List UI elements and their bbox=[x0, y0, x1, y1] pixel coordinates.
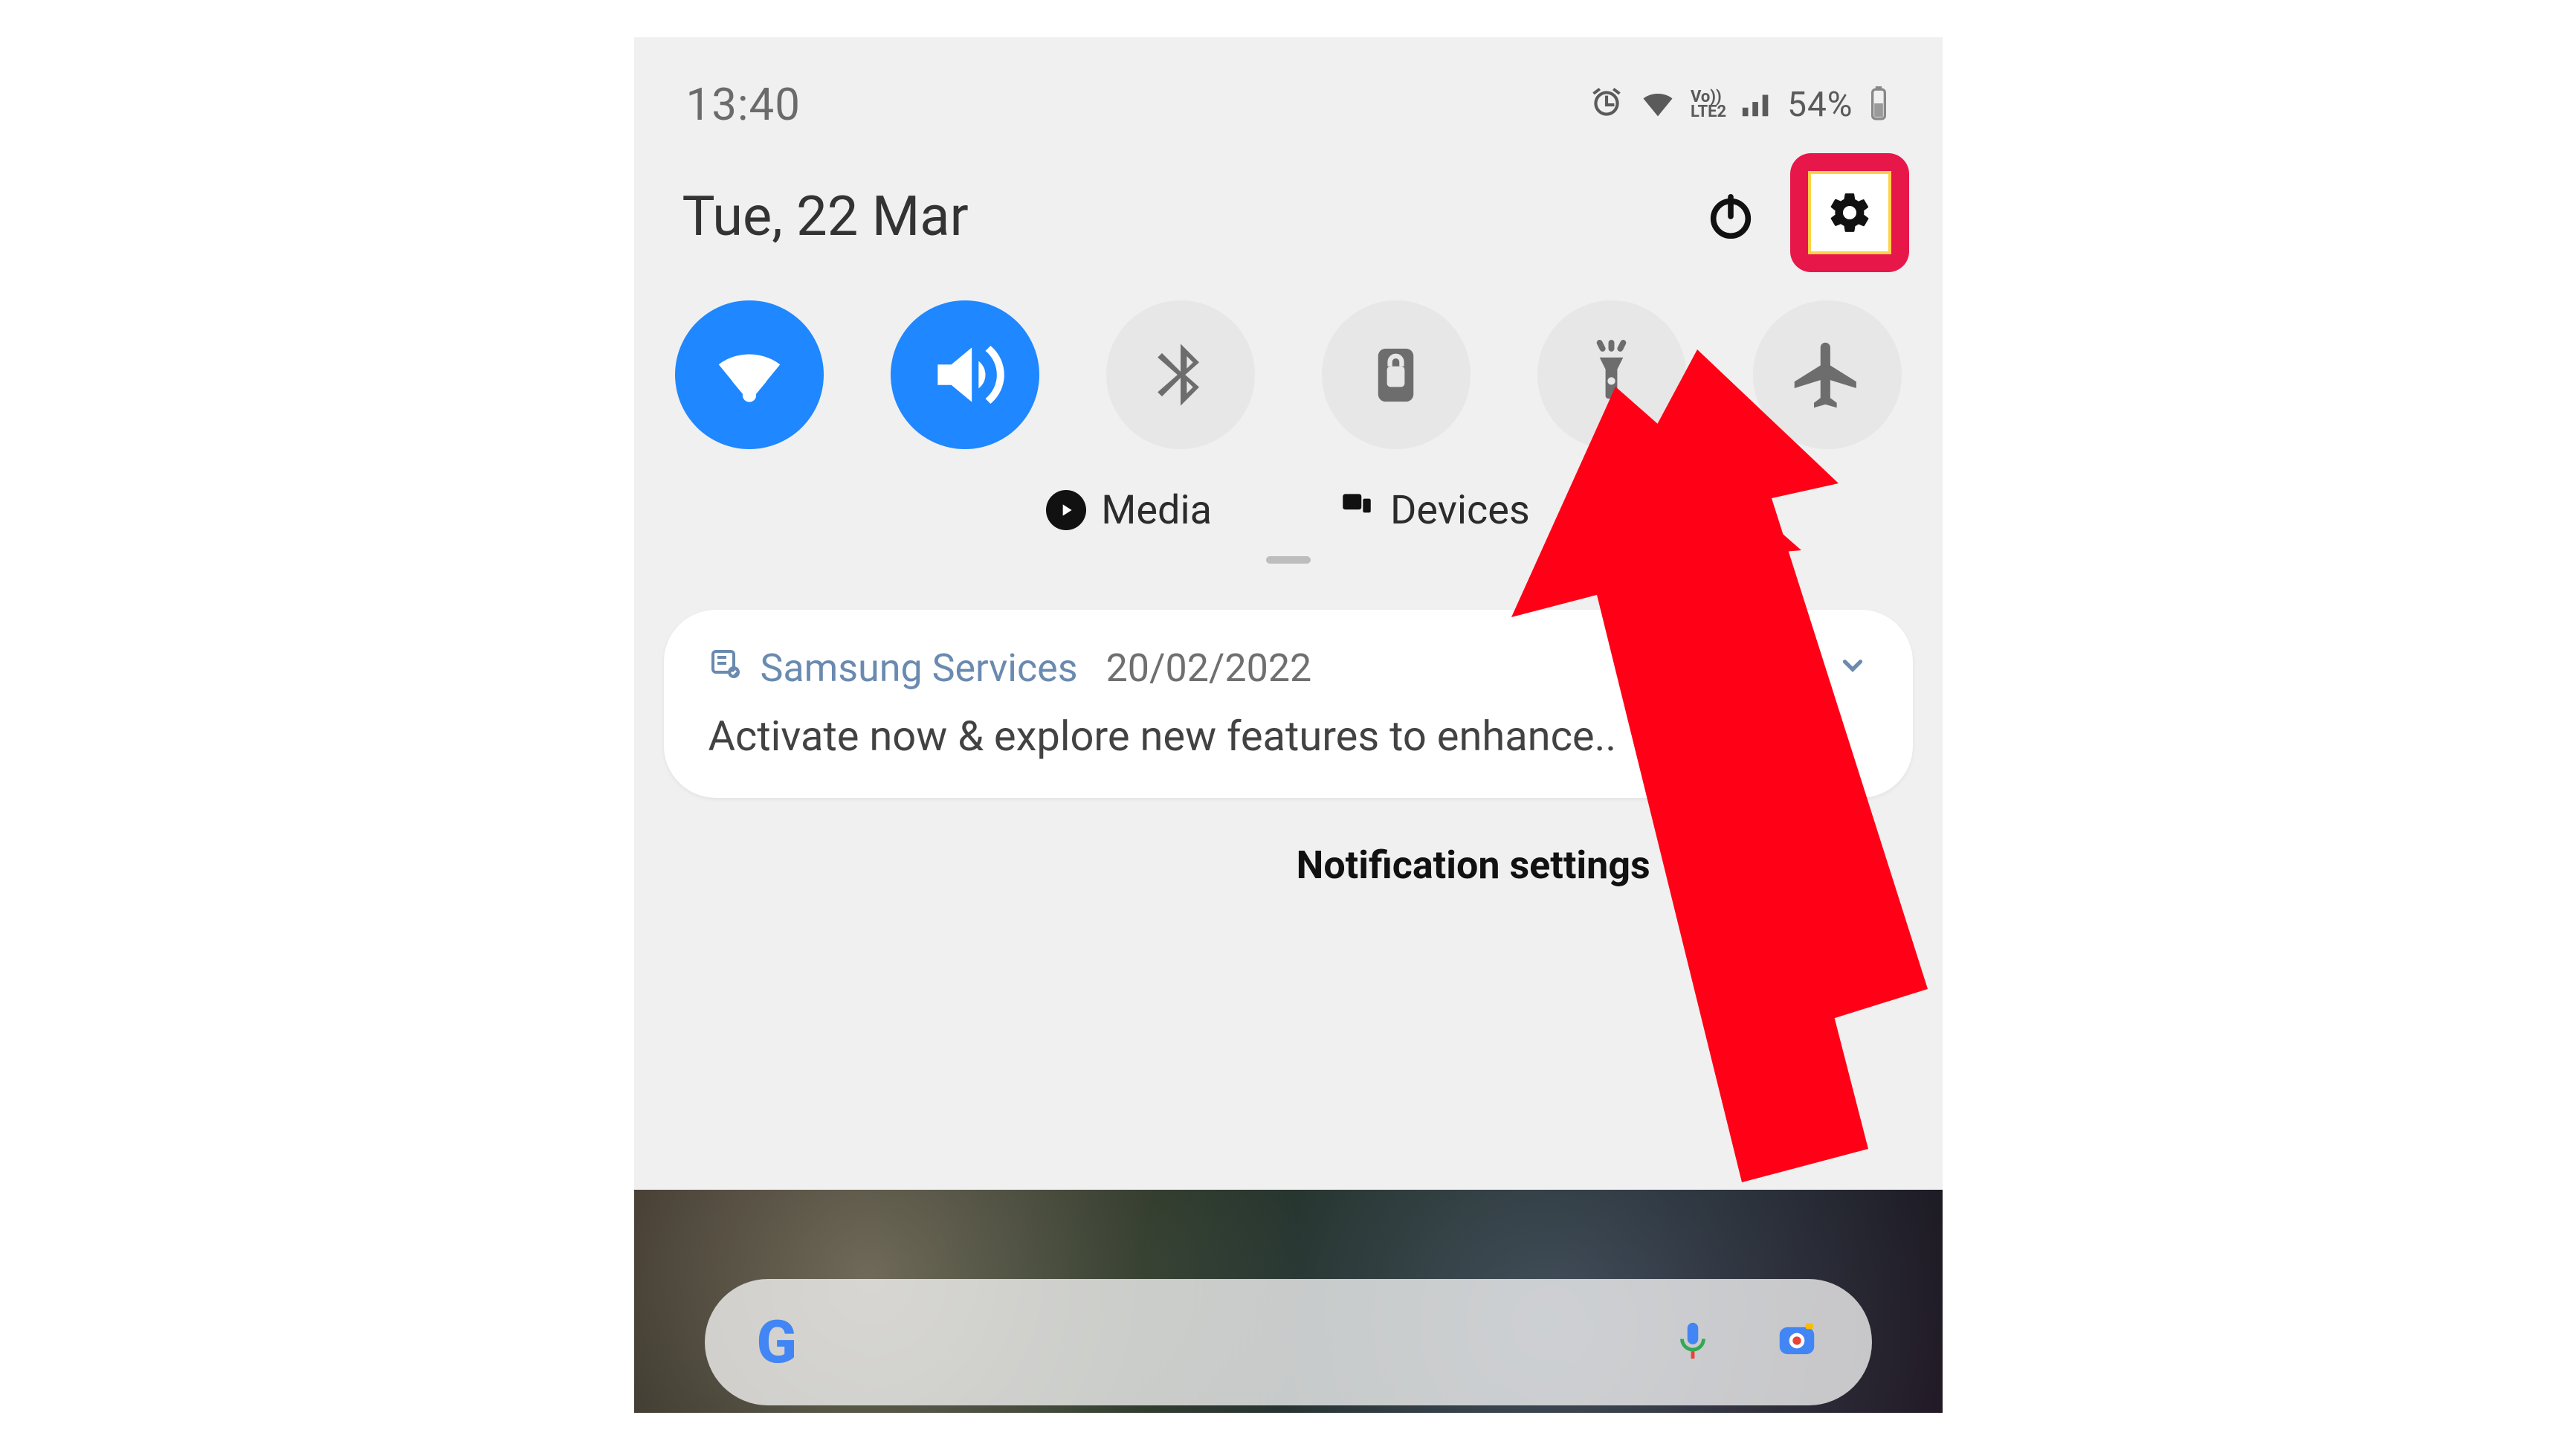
notification-shade: G 13:40 Vo)) LTE2 bbox=[634, 37, 1943, 1413]
shade-dim-overlay bbox=[634, 37, 1943, 1413]
